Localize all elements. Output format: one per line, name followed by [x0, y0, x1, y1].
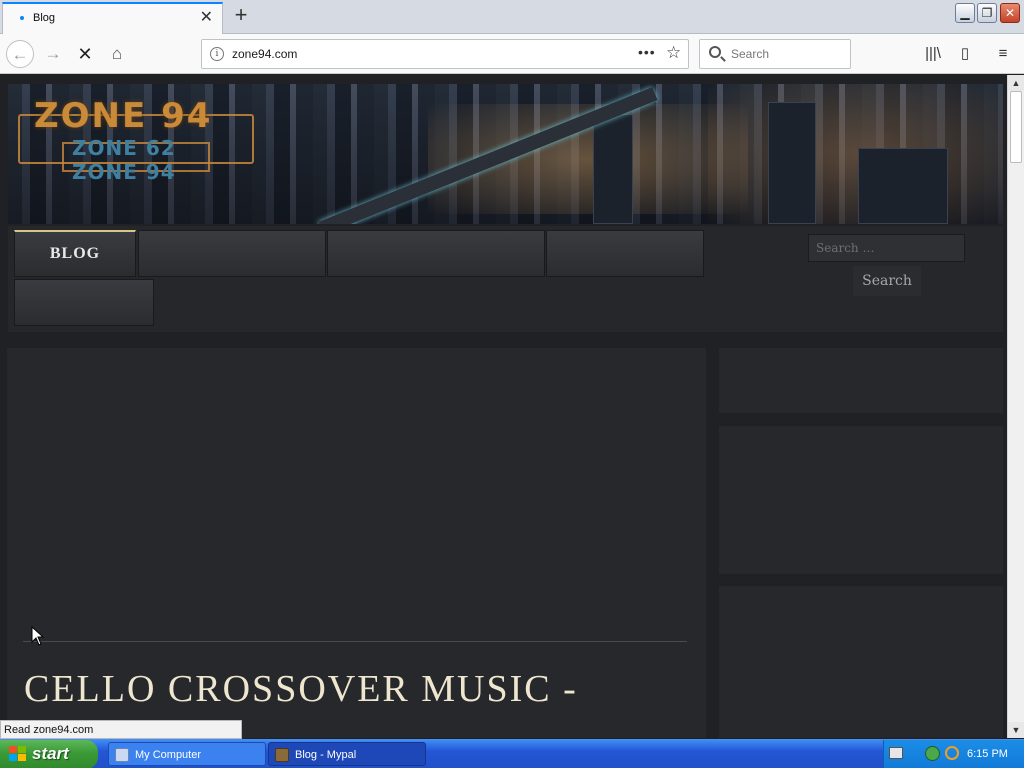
loading-indicator-icon: [20, 16, 24, 20]
menu-item[interactable]: [138, 230, 326, 277]
forward-button[interactable]: →: [39, 40, 67, 68]
sidebar-widget: [719, 586, 1003, 738]
building: [858, 148, 948, 224]
vertical-scrollbar[interactable]: ▲ ▼: [1007, 75, 1024, 738]
clock[interactable]: 6:15 PM: [967, 740, 1008, 768]
site-navigation: BLOG Search … Search: [8, 226, 1003, 332]
keyboard-icon[interactable]: [889, 747, 903, 759]
mouse-cursor-icon: [31, 626, 45, 646]
search-icon[interactable]: [945, 746, 959, 760]
site-logo-subtitle: ZONE 94: [72, 160, 176, 184]
site-search-button[interactable]: Search: [853, 266, 921, 296]
building: [768, 102, 816, 224]
site-info-icon[interactable]: i: [210, 47, 224, 61]
start-label: start: [32, 744, 69, 763]
taskbar-item-label: My Computer: [135, 749, 202, 761]
site-logo-subtitle: ZONE 62: [72, 136, 176, 160]
menu-item[interactable]: [327, 230, 545, 277]
stop-loading-button[interactable]: ✕: [71, 40, 99, 68]
browser-search-placeholder: Search: [731, 47, 770, 61]
scroll-up-icon[interactable]: ▲: [1008, 75, 1024, 91]
close-window-button[interactable]: ✕: [1000, 3, 1020, 23]
scrollbar-thumb[interactable]: [1010, 91, 1022, 163]
navigation-toolbar: ← → ✕ ⌂ i zone94.com ••• ☆ Search |||\ ▯…: [0, 34, 1024, 74]
new-tab-button[interactable]: +: [229, 3, 253, 29]
screen: Blog ✕ + ▁ ❐ ✕ ← → ✕ ⌂ i zone94.com ••• …: [0, 0, 1024, 768]
city-glow: [708, 84, 1003, 224]
taskbar-item-label: Blog - Mypal: [295, 749, 357, 761]
site-logo-title[interactable]: ZONE 94: [34, 96, 212, 136]
network-icon[interactable]: [925, 746, 940, 761]
menu-item-blog[interactable]: BLOG: [14, 230, 136, 277]
building: [593, 114, 633, 224]
sidebar-widget: [719, 348, 1003, 413]
url-text[interactable]: zone94.com: [232, 47, 297, 61]
taskbar: start My Computer Blog - Mypal 6:15 PM: [0, 739, 1024, 768]
hamburger-menu-icon[interactable]: ≡: [991, 42, 1015, 66]
restore-window-button[interactable]: ❐: [977, 3, 997, 23]
sidebar-widget: [719, 426, 1003, 574]
page-actions-icon[interactable]: •••: [638, 44, 656, 60]
tab-blog[interactable]: Blog ✕: [2, 2, 223, 34]
computer-icon: [115, 748, 129, 762]
taskbar-item-my-computer[interactable]: My Computer: [108, 742, 266, 766]
home-button[interactable]: ⌂: [103, 40, 131, 68]
minimize-window-button[interactable]: ▁: [955, 3, 975, 23]
sidebar-toggle-icon[interactable]: ▯: [953, 42, 977, 66]
library-icon[interactable]: |||\: [921, 42, 945, 66]
bookmark-star-icon[interactable]: ☆: [666, 43, 681, 63]
menu-item[interactable]: [14, 279, 154, 326]
menu-item-label: BLOG: [49, 245, 101, 262]
menu-item[interactable]: [546, 230, 704, 277]
tab-title: Blog: [33, 12, 56, 24]
browser-icon: [275, 748, 289, 762]
back-button[interactable]: ←: [6, 40, 34, 68]
browser-search-box[interactable]: Search: [699, 39, 851, 69]
header-banner-image[interactable]: ZONE 94 ZONE 62 ZONE 94: [8, 84, 1003, 224]
taskbar-item-blog[interactable]: Blog - Mypal: [268, 742, 426, 766]
close-tab-icon[interactable]: ✕: [200, 9, 213, 27]
system-tray: 6:15 PM: [883, 740, 1024, 768]
search-icon: [709, 46, 721, 58]
post-title[interactable]: CELLO CROSSOVER MUSIC -: [24, 666, 704, 712]
page-viewport: ZONE 94 ZONE 62 ZONE 94 BLOG Search … Se…: [0, 75, 1007, 738]
scroll-down-icon[interactable]: ▼: [1008, 722, 1024, 738]
tab-bar: Blog ✕ + ▁ ❐ ✕: [0, 0, 1024, 34]
windows-logo-icon: [9, 746, 26, 761]
address-bar[interactable]: i zone94.com ••• ☆: [201, 39, 689, 69]
site-search-input[interactable]: Search …: [808, 234, 965, 262]
divider: [23, 641, 687, 642]
main-content: CELLO CROSSOVER MUSIC - METAL: [7, 348, 706, 738]
status-bar: Read zone94.com: [0, 720, 242, 739]
start-button[interactable]: start: [0, 740, 98, 768]
